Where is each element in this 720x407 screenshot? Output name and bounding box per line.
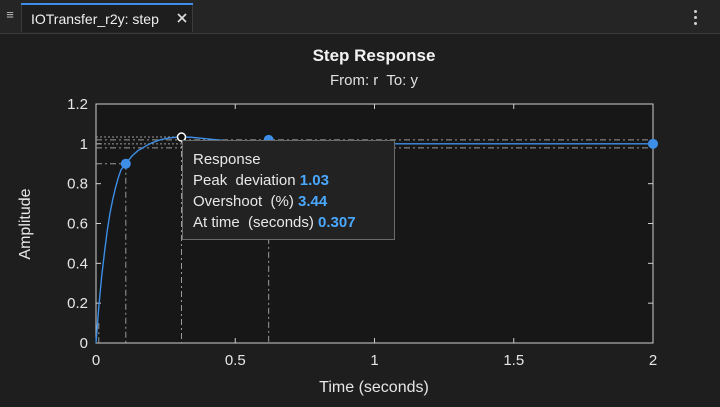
y-tick-label: 0.2 [67, 295, 88, 312]
y-tick-label: 1.2 [67, 96, 88, 113]
tip-value: 0.307 [318, 214, 356, 231]
tip-value: 3.44 [298, 193, 328, 210]
x-tick-label: 0.5 [225, 352, 246, 369]
y-axis-label: Amplitude [17, 188, 34, 259]
y-tick-label: 0.4 [67, 255, 88, 272]
tip-label: Peak deviation [193, 172, 296, 189]
tip-label: At time (seconds) [193, 214, 314, 231]
chart-title: Step Response [313, 46, 436, 65]
y-tick-label: 0.8 [67, 176, 88, 193]
x-tick-label: 2 [649, 352, 657, 369]
x-tick-label: 1.5 [503, 352, 524, 369]
x-axis-label: Time (seconds) [319, 379, 429, 396]
y-tick-label: 1 [80, 136, 88, 153]
x-tick-label: 1 [370, 352, 378, 369]
tip-row-at-time: At time (seconds) 0.307 [193, 212, 394, 233]
tip-row-peak-deviation: Peak deviation 1.03 [193, 170, 394, 191]
steady-state-marker [648, 138, 658, 149]
rise-time-marker [120, 158, 131, 169]
x-tick-label: 0 [92, 352, 100, 369]
tip-value: 1.03 [299, 172, 329, 189]
data-tip: Response Peak deviation 1.03 Overshoot (… [182, 140, 395, 240]
y-tick-label: 0.6 [67, 216, 88, 233]
y-tick-label: 0 [80, 335, 88, 352]
chart-subtitle: From: r To: y [330, 72, 419, 89]
tip-header: Response [193, 151, 261, 168]
tip-label: Overshoot (%) [193, 193, 294, 210]
tip-row-overshoot: Overshoot (%) 3.44 [193, 191, 394, 212]
